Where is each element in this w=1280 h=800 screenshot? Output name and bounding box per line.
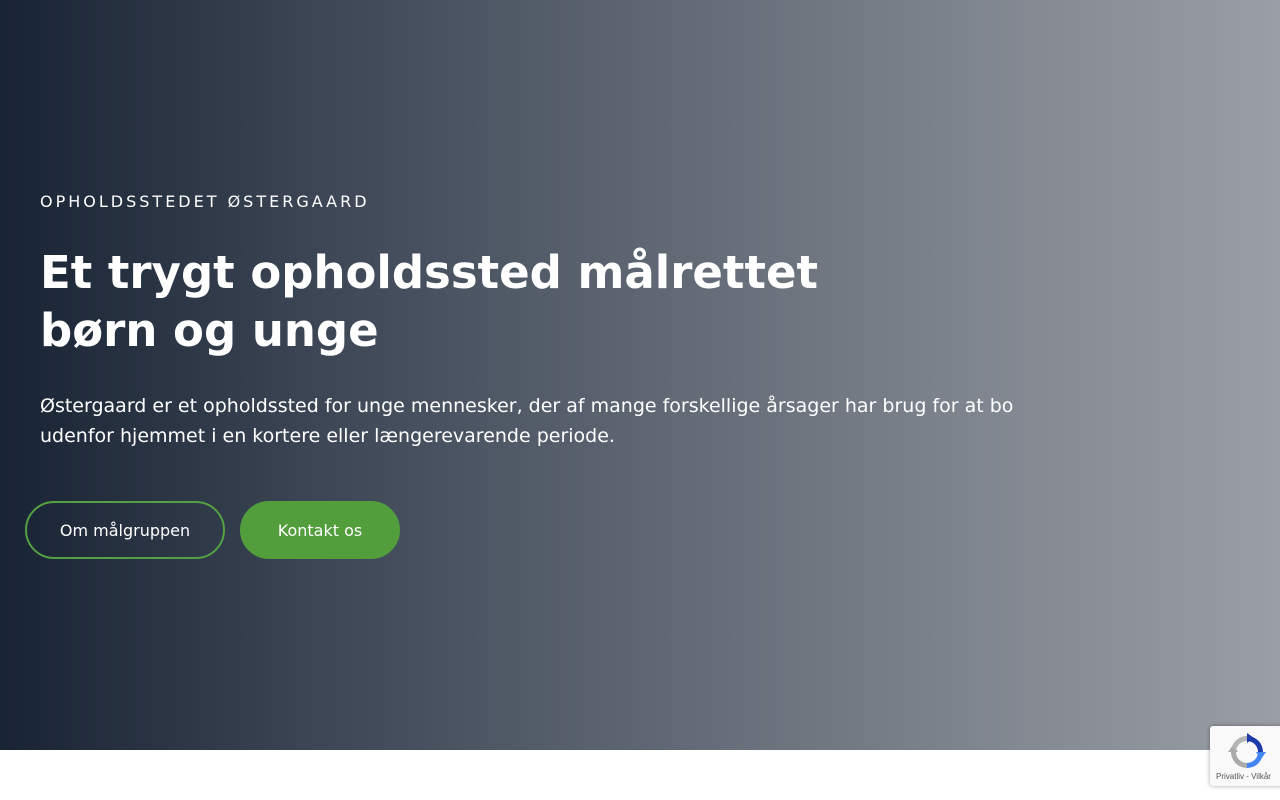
hero-eyebrow: OPHOLDSSTEDET ØSTERGAARD <box>40 192 370 211</box>
hero-headline: Et trygt opholdssted målrettet børn og u… <box>40 246 818 357</box>
target-group-button[interactable]: Om målgruppen <box>25 501 225 559</box>
hero-lead-text: Østergaard er et opholdssted for unge me… <box>40 395 1014 447</box>
recaptcha-links[interactable]: Privatliv - Vilkår <box>1216 772 1271 781</box>
recaptcha-icon <box>1228 733 1266 768</box>
contact-button[interactable]: Kontakt os <box>240 501 400 559</box>
recaptcha-badge[interactable]: Privatliv - Vilkår <box>1210 726 1280 786</box>
hero-section: OPHOLDSSTEDET ØSTERGAARD Et trygt ophold… <box>0 0 1280 750</box>
